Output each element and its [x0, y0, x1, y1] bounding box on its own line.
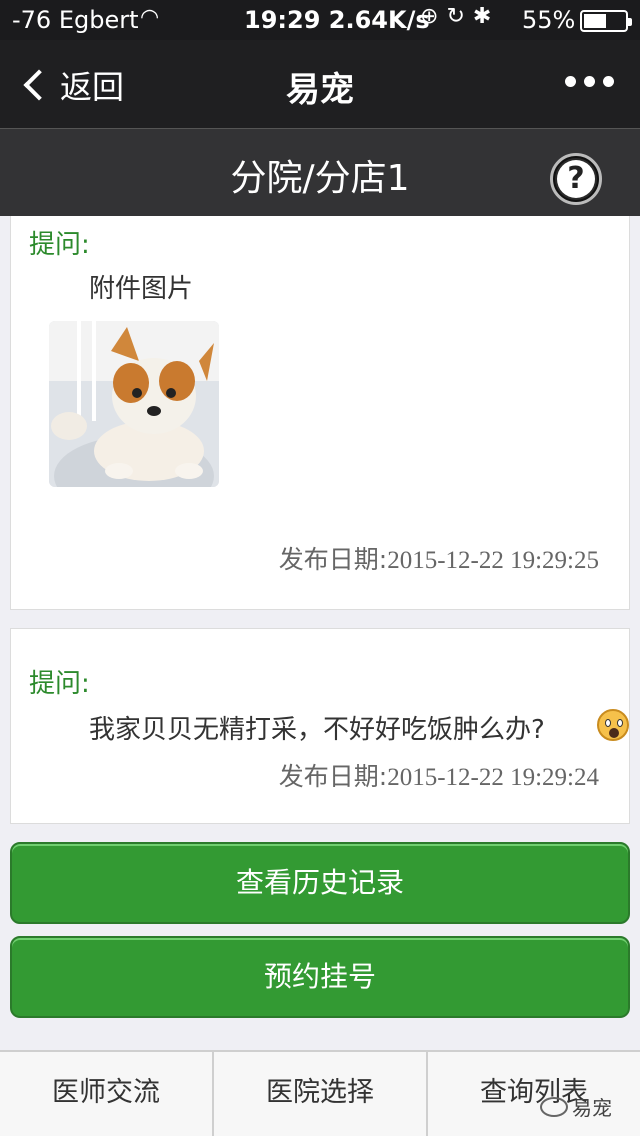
book-appointment-button[interactable]: 预约挂号 [10, 936, 630, 1018]
question-text: 附件图片 [89, 274, 194, 304]
attached-dog-photo[interactable] [49, 321, 219, 487]
watermark-text: 易宠 [572, 1096, 612, 1120]
more-dot-icon [584, 76, 595, 87]
wechat-watermark: 易宠 [540, 1092, 612, 1121]
carrier-signal: -76 Egbert [12, 6, 139, 34]
publish-date-value: 2015-12-22 19:29:24 [387, 764, 599, 791]
more-dot-icon [603, 76, 614, 87]
publish-date-label: 发布日期: [278, 545, 388, 574]
page-title: 分院/分店1 [230, 158, 410, 199]
question-card: 提问: 我家贝贝无精打采，不好好吃饭肿么办? 发布日期:2015-12-22 1… [10, 628, 630, 824]
tab-doctor-chat[interactable]: 医师交流 [0, 1052, 214, 1136]
battery-percent: 55% [522, 6, 576, 34]
dog-photo-image [49, 321, 219, 487]
question-text: 我家贝贝无精打采，不好好吃饭肿么办? [89, 715, 545, 745]
battery-cap [628, 18, 632, 26]
scream-emoji-icon [597, 709, 629, 741]
emoji-eye [617, 719, 623, 727]
wifi-icon: ◠ [140, 5, 160, 30]
emoji-mouth [609, 728, 619, 738]
battery-icon [580, 10, 632, 32]
help-button[interactable]: ? [550, 153, 602, 205]
tab-hospital-select[interactable]: 医院选择 [214, 1052, 428, 1136]
question-mark-icon: ? [557, 160, 595, 198]
question-card: 提问: 附件图片 发布日期:2015-12-22 19:29:25 [10, 216, 630, 610]
publish-date-label: 发布日期: [278, 762, 388, 791]
plus-icon: ⊕ [420, 4, 447, 29]
battery-fill [584, 14, 606, 28]
wechat-icon [540, 1096, 568, 1117]
emoji-eye [605, 719, 611, 727]
question-label: 提问: [29, 230, 90, 260]
clock-and-speed: 19:29 2.64K/s [244, 6, 430, 34]
bluetooth-icon: ✱ [472, 4, 500, 29]
status-bar: -76 Egbert ◠ 19:29 2.64K/s ⊕↻✱ 55% [0, 0, 640, 40]
view-history-button[interactable]: 查看历史记录 [10, 842, 630, 924]
more-options-button[interactable] [565, 76, 614, 87]
nav-bar: 返回 易宠 [0, 40, 640, 128]
page-header: 分院/分店1 ? [0, 128, 640, 216]
publish-date: 发布日期:2015-12-22 19:29:24 [279, 757, 599, 793]
publish-date-value: 2015-12-22 19:29:25 [387, 547, 599, 574]
nav-title: 易宠 [286, 70, 354, 110]
rotation-lock-icon: ↻ [446, 4, 473, 29]
question-label: 提问: [29, 669, 90, 699]
status-icons: ⊕↻✱ [420, 4, 499, 29]
more-dot-icon [565, 76, 576, 87]
publish-date: 发布日期:2015-12-22 19:29:25 [279, 540, 599, 576]
